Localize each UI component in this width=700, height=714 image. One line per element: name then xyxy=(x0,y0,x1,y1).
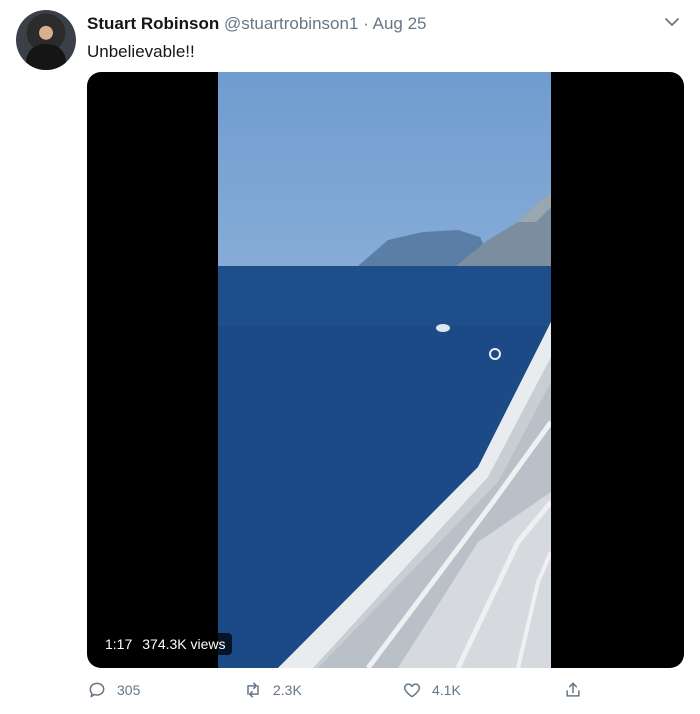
separator: · xyxy=(363,14,369,33)
like-button[interactable]: 4.1K xyxy=(402,680,461,700)
video-scene xyxy=(218,194,551,668)
author-name[interactable]: Stuart Robinson xyxy=(87,14,219,33)
video-frame xyxy=(218,72,551,668)
tweet-date[interactable]: Aug 25 xyxy=(373,14,427,33)
retweet-icon xyxy=(247,682,259,698)
retweet-count: 2.3K xyxy=(273,682,302,698)
tweet[interactable]: Stuart Robinson @stuartrobinson1 · Aug 2… xyxy=(0,0,700,714)
tweet-actions: 305 2.3K 4.1K xyxy=(87,680,684,704)
share-button[interactable] xyxy=(563,680,593,700)
reply-button[interactable]: 305 xyxy=(87,680,140,700)
share-icon xyxy=(566,682,580,697)
avatar[interactable] xyxy=(16,10,76,70)
chevron-down-icon[interactable] xyxy=(664,14,680,30)
heart-icon xyxy=(403,683,421,698)
author-handle[interactable]: @stuartrobinson1 xyxy=(224,14,358,33)
video-player[interactable] xyxy=(87,72,684,668)
tweet-text: Unbelievable!! xyxy=(87,42,195,61)
video-stats-badge: 1:17 374.3K views xyxy=(99,633,232,655)
retweet-button[interactable]: 2.3K xyxy=(243,680,302,700)
reply-count: 305 xyxy=(117,682,141,698)
video-duration: 1:17 xyxy=(105,636,133,652)
tweet-header: Stuart Robinson @stuartrobinson1 · Aug 2… xyxy=(87,14,427,34)
video-views: 374.3K views xyxy=(142,636,226,652)
like-count: 4.1K xyxy=(432,682,461,698)
speech-bubble-icon xyxy=(89,682,105,698)
